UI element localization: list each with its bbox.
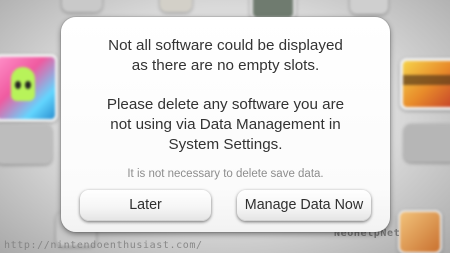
dialog-message-line: not using via Data Management in (110, 116, 341, 133)
dialog-message-line: Please delete any software you are (106, 96, 345, 113)
background-game-tile (400, 58, 450, 110)
background-app-tile (0, 124, 52, 164)
background-app-tile (404, 124, 450, 162)
dialog-note: It is not necessary to delete save data. (127, 168, 324, 180)
later-button[interactable]: Later (80, 190, 211, 221)
game-tile-artwork (403, 75, 450, 85)
background-app-tile (62, 0, 102, 12)
background-app-tile (160, 0, 192, 12)
watermark-url: http://nintendoenthusiast.com/ (4, 240, 203, 251)
background-app-tile (350, 0, 388, 14)
dialog-message-line: as there are no empty slots. (131, 57, 320, 74)
squid-character-icon (11, 67, 35, 101)
manage-data-now-button[interactable]: Manage Data Now (237, 190, 371, 221)
dialog-message-line: System Settings. (168, 136, 283, 153)
no-empty-slots-dialog: Not all software could be displayed as t… (61, 17, 390, 232)
dialog-message-line: Not all software could be displayed (108, 37, 343, 54)
squid-eye-icon (25, 81, 31, 89)
background-game-tile-squid (0, 54, 58, 122)
background-app-tile (398, 210, 442, 253)
squid-eye-icon (15, 81, 21, 89)
